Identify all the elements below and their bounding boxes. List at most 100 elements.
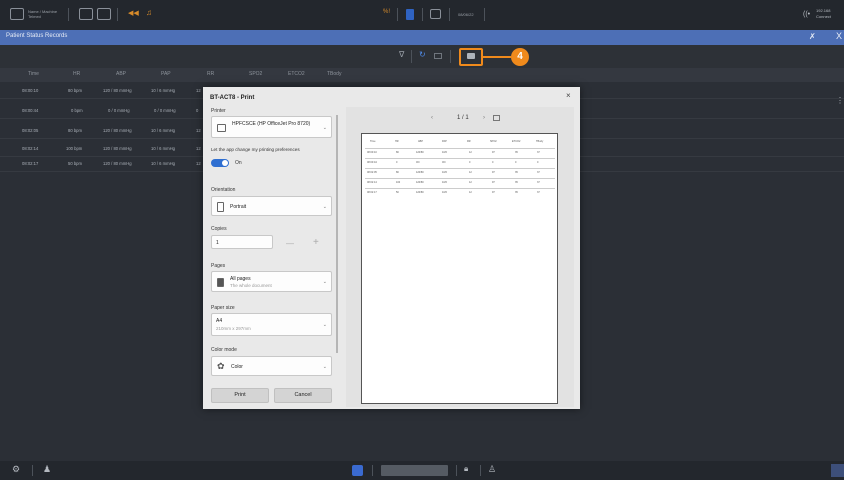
preview-cell: 08:00:44: [367, 161, 377, 164]
dialog-close-icon[interactable]: ×: [566, 91, 571, 100]
user-icon[interactable]: ♟: [43, 464, 51, 475]
printer-icon: [217, 124, 226, 132]
hr-cell: 50 bpm: [68, 161, 82, 166]
decrement-button[interactable]: —: [286, 239, 294, 248]
toggle-knob: [222, 160, 228, 166]
columns-icon[interactable]: [434, 53, 442, 59]
window-icon[interactable]: [430, 9, 441, 19]
column-header[interactable]: HR: [73, 71, 80, 77]
printer-select[interactable]: HPFCSCE (HP OfficeJet Pro 8720) ⌄: [211, 116, 332, 138]
column-header[interactable]: ABP: [116, 71, 126, 77]
account-icon[interactable]: ♙: [488, 464, 496, 475]
alarm-icon[interactable]: ♫: [146, 8, 152, 17]
preview-cell: 0: [469, 161, 471, 164]
lock-icon[interactable]: 🔒︎: [464, 464, 468, 474]
pages-select[interactable]: All pages The whole document ⌄: [211, 271, 332, 292]
toolbar: ∇ ↻ ⋮: [0, 45, 844, 105]
printer-value: HPFCSCE (HP OfficeJet Pro 8720): [232, 121, 311, 127]
cancel-button[interactable]: Cancel: [274, 388, 332, 403]
previous-page-icon[interactable]: ‹: [431, 115, 433, 121]
audio-icon[interactable]: ◀◀: [128, 9, 139, 17]
divider: [117, 8, 118, 21]
settings-icon[interactable]: ⚙: [12, 464, 20, 475]
column-header[interactable]: PAP: [161, 71, 171, 77]
preferences-label: Let the app change my printing preferenc…: [211, 147, 300, 152]
time-cell: 08:02:05: [22, 128, 39, 133]
step-callout: 4: [511, 48, 529, 66]
preview-cell: 37: [537, 191, 540, 194]
paper-size-select[interactable]: A4 210mm x 297mm ⌄: [211, 313, 332, 336]
dialog-title: BT-ACT8 - Print: [210, 95, 255, 101]
column-header[interactable]: Time: [28, 71, 39, 77]
close-icon[interactable]: X: [836, 31, 842, 41]
color-mode-select[interactable]: ✿ Color ⌄: [211, 356, 332, 376]
status-icon: %!: [383, 9, 391, 15]
pap-cell: 10 / 6 mmHg: [151, 88, 175, 93]
preview-cell: 10/6: [442, 151, 447, 154]
chevron-down-icon: ⌄: [322, 125, 327, 131]
callout-line: [483, 56, 511, 58]
document-icon: [217, 278, 224, 287]
preview-cell: 08:00:10: [367, 151, 377, 154]
column-header[interactable]: SPO2: [249, 71, 262, 77]
layout-icon[interactable]: [97, 8, 111, 20]
preview-column-header: ABP: [418, 140, 424, 143]
preview-cell: 97: [492, 191, 495, 194]
settings-scrollbar[interactable]: [336, 115, 338, 353]
print-confirm-button[interactable]: Print: [211, 388, 269, 403]
expand-icon[interactable]: [831, 464, 844, 477]
preferences-toggle[interactable]: [211, 159, 229, 167]
preview-cell: 97: [492, 181, 495, 184]
chevron-down-icon: ⌄: [322, 322, 327, 328]
preview-cell: 35: [515, 191, 518, 194]
pap-cell: 0 / 0 mmHg: [154, 108, 176, 113]
preview-cell: 0/0: [442, 161, 446, 164]
preview-cell: 120/80: [416, 181, 424, 184]
message-field[interactable]: [381, 465, 448, 476]
fit-page-icon[interactable]: [493, 115, 500, 121]
refresh-icon[interactable]: ↻: [419, 50, 426, 59]
preview-row: 08:02:14 100 120/80 10/6 12 97 35 37: [365, 178, 555, 187]
preview-cell: 120/80: [416, 191, 424, 194]
divider: [32, 465, 33, 476]
next-page-icon[interactable]: ›: [483, 115, 485, 121]
preview-cell: 35: [515, 181, 518, 184]
preview-cell: 12: [469, 171, 472, 174]
filter-icon[interactable]: ∇: [399, 50, 404, 59]
grid-icon[interactable]: [79, 8, 93, 20]
preview-cell: 0: [537, 161, 539, 164]
column-header[interactable]: ETCO2: [288, 71, 305, 77]
pause-icon[interactable]: [406, 9, 414, 20]
copies-value: 1: [216, 240, 219, 246]
preview-cell: 100: [396, 181, 401, 184]
rr-cell: 12: [196, 161, 201, 166]
pin-icon[interactable]: ✗: [809, 32, 816, 41]
column-header[interactable]: TBody: [327, 71, 341, 77]
hr-cell: 100 bpm: [66, 146, 83, 151]
device-name-line2: Telmed: [28, 14, 41, 19]
divider: [411, 50, 412, 63]
print-button[interactable]: [459, 48, 483, 66]
ip-address: 192.168: [816, 8, 831, 13]
column-header[interactable]: RR: [207, 71, 214, 77]
divider: [422, 8, 423, 21]
divider: [484, 8, 485, 21]
preview-page: Time HR ABP PAP RR SPO2 ETCO2 TBody 08:0…: [361, 133, 558, 404]
time-cell: 08:02:14: [22, 146, 39, 151]
color-mode-value: Color: [231, 364, 243, 370]
abp-cell: 0 / 0 mmHg: [108, 108, 130, 113]
orientation-select[interactable]: Portrait ⌄: [211, 196, 332, 216]
monitor-icon[interactable]: [10, 8, 24, 20]
increment-button[interactable]: +: [313, 237, 319, 248]
preview-cell: 37: [537, 151, 540, 154]
printer-icon: [467, 53, 475, 59]
page-title: Patient Status Records: [6, 33, 68, 39]
preview-column-header: RR: [467, 140, 471, 143]
copies-input[interactable]: 1: [211, 235, 273, 249]
network-status: 192.168 Connect: [816, 8, 844, 20]
print-dialog: BT-ACT8 - Print × Printer HPFCSCE (HP Of…: [203, 87, 580, 409]
abp-cell: 120 / 80 mmHg: [103, 146, 132, 151]
preview-cell: 08:02:05: [367, 171, 377, 174]
time-cell: 08:02:17: [22, 161, 39, 166]
records-icon[interactable]: [352, 465, 363, 476]
